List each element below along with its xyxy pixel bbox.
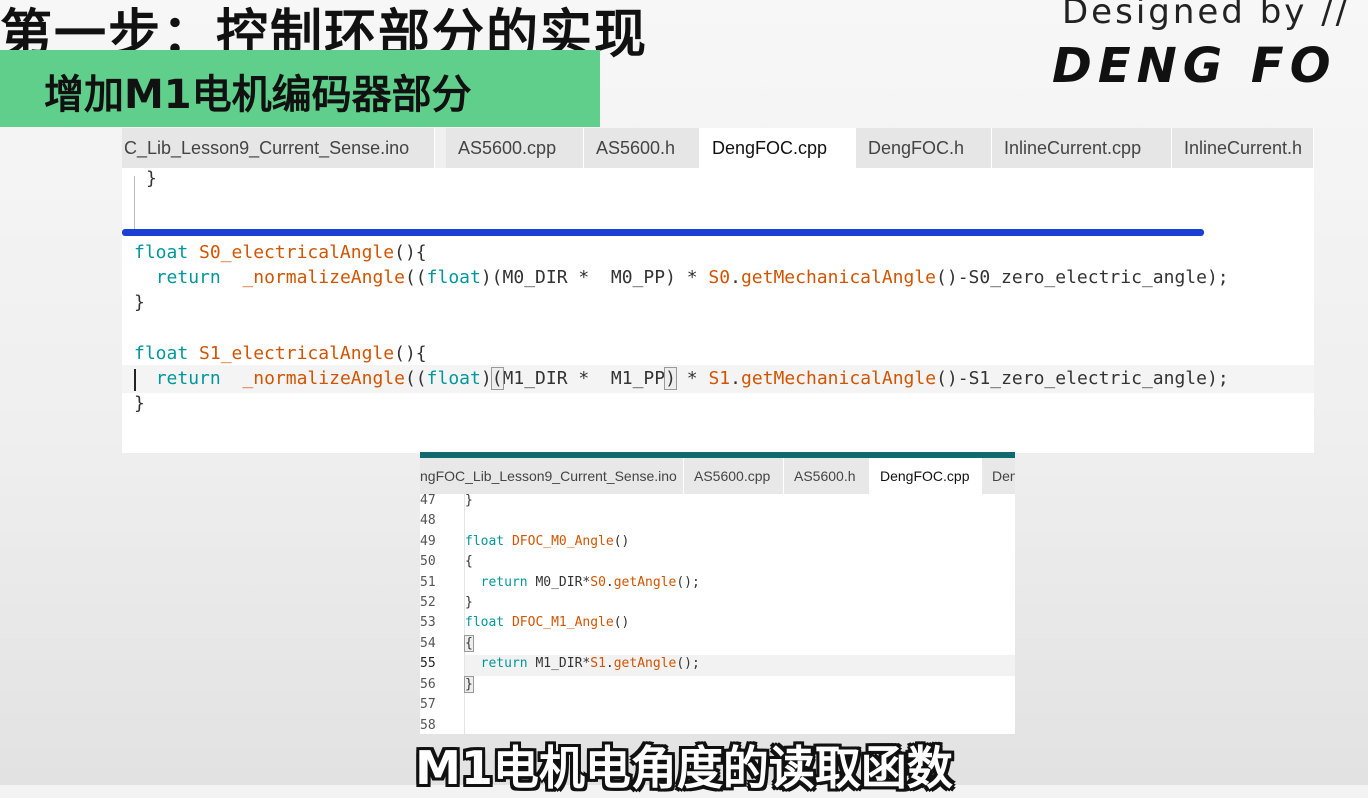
tab-dengfoc-h[interactable]: Den (982, 458, 1015, 494)
line-number: 57 (420, 697, 436, 712)
tab-inlinecurrent-cpp[interactable]: InlineCurrent.cpp (992, 128, 1172, 168)
code-line: } (465, 595, 473, 610)
code-line: } (134, 292, 145, 313)
tab-dengfoc-h[interactable]: DengFOC.h (856, 128, 992, 168)
code-line: { (465, 554, 473, 569)
code-line: { (464, 635, 474, 652)
line-number: 58 (420, 718, 436, 733)
code-line: return M0_DIR*S0.getAngle(); (480, 575, 700, 590)
line-number: 49 (420, 534, 436, 549)
indent-guide (134, 176, 135, 232)
line-number: 51 (420, 575, 436, 590)
code-editor-bottom: ngFOC_Lib_Lesson9_Current_Sense.ino AS56… (420, 452, 1015, 734)
tab-as5600-h[interactable]: AS5600.h (584, 128, 700, 168)
slide-subtitle: 增加M1电机编码器部分 (44, 72, 472, 118)
line-number: 50 (420, 554, 436, 569)
code-line: float S0_electricalAngle(){ (134, 242, 427, 263)
line-number: 55 (420, 656, 436, 671)
line-number: 56 (420, 677, 436, 692)
video-caption: M1电机电角度的读取函数 (415, 741, 953, 795)
editor-tab-bar: C_Lib_Lesson9_Current_Sense.ino AS5600.c… (122, 128, 1314, 168)
line-number: 53 (420, 615, 436, 630)
code-line: return _normalizeAngle((float)(M1_DIR * … (155, 367, 1229, 390)
line-number: 47 (420, 493, 436, 508)
code-line: } (465, 493, 473, 508)
brand-logo: DENG FO (1052, 38, 1337, 94)
code-line: float S1_electricalAngle(){ (134, 343, 427, 364)
code-line: } (146, 168, 157, 189)
line-number: 52 (420, 595, 436, 610)
code-line: return M1_DIR*S1.getAngle(); (480, 656, 700, 671)
code-line: } (464, 676, 474, 693)
code-line: float DFOC_M0_Angle() (465, 534, 630, 549)
tab-ino[interactable]: C_Lib_Lesson9_Current_Sense.ino (122, 128, 435, 168)
tab-as5600-h[interactable]: AS5600.h (784, 458, 870, 494)
line-number-gutter: 47 48 49 50 51 52 53 54 55 56 57 58 (420, 493, 465, 734)
code-line: return _normalizeAngle((float)(M0_DIR * … (155, 267, 1229, 288)
highlight-underline (122, 229, 1204, 236)
code-line: } (134, 393, 145, 414)
tab-as5600-cpp[interactable]: AS5600.cpp (684, 458, 784, 494)
code-line: float DFOC_M1_Angle() (465, 615, 630, 630)
tab-dengfoc-cpp[interactable]: DengFOC.cpp (700, 128, 856, 168)
code-editor-top: C_Lib_Lesson9_Current_Sense.ino AS5600.c… (122, 128, 1314, 453)
editor-tab-bar: ngFOC_Lib_Lesson9_Current_Sense.ino AS56… (420, 458, 1015, 494)
tab-as5600-cpp[interactable]: AS5600.cpp (446, 128, 584, 168)
tab-dengfoc-cpp[interactable]: DengFOC.cpp (870, 458, 982, 494)
line-number: 48 (420, 513, 436, 528)
tab-ino[interactable]: ngFOC_Lib_Lesson9_Current_Sense.ino (420, 458, 684, 494)
designed-by-text: Designed by // (1062, 0, 1351, 32)
tab-inlinecurrent-h[interactable]: InlineCurrent.h (1172, 128, 1314, 168)
line-number: 54 (420, 636, 436, 651)
